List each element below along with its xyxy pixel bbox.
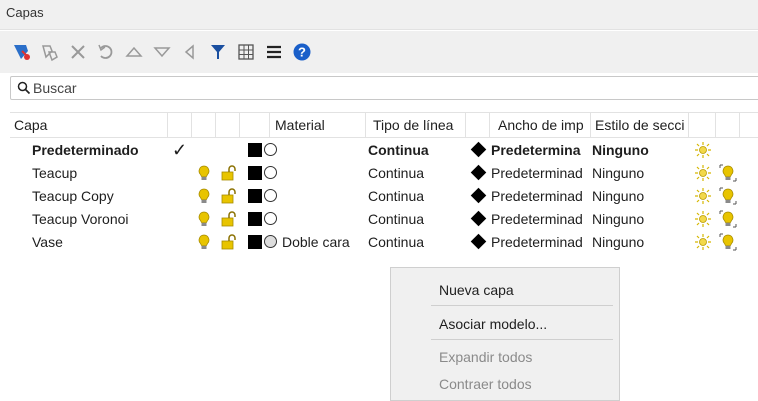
menu-item-nueva-capa[interactable]: Nueva capa <box>439 278 514 302</box>
print-color-diamond-icon[interactable] <box>470 164 487 181</box>
column-header-color[interactable] <box>240 113 270 137</box>
section-style-value[interactable]: Ninguno <box>592 231 682 254</box>
column-header-capa[interactable]: Capa <box>10 113 168 137</box>
filter-icon[interactable] <box>206 40 230 64</box>
table-row[interactable]: Vase Doble cara Continua Predeterminad N… <box>10 231 758 254</box>
table-row[interactable]: Teacup Continua Predeterminad Ninguno <box>10 162 758 185</box>
layer-color-swatch[interactable] <box>248 189 262 203</box>
column-header-visible[interactable] <box>192 113 216 137</box>
print-width-value[interactable]: Predetermina <box>491 139 591 162</box>
print-color-diamond-icon[interactable] <box>470 233 487 250</box>
linetype-value[interactable]: Continua <box>368 208 466 231</box>
layer-name[interactable]: Teacup <box>32 162 167 185</box>
section-style-value[interactable]: Ninguno <box>592 208 682 231</box>
menu-item-expandir-todos[interactable]: Expandir todos <box>439 345 532 369</box>
layer-name[interactable]: Predeterminado <box>32 139 167 162</box>
material-circle-icon[interactable] <box>264 189 277 202</box>
print-width-value[interactable]: Predeterminad <box>491 162 591 185</box>
section-style-value[interactable]: Ninguno <box>592 139 682 162</box>
column-header-ancho[interactable]: Ancho de imp <box>490 113 591 137</box>
layer-color-swatch[interactable] <box>248 143 262 157</box>
unlock-icon[interactable] <box>219 233 237 251</box>
column-header-extra-2[interactable] <box>740 113 758 137</box>
sun-icon[interactable] <box>694 210 712 228</box>
move-up-icon[interactable] <box>122 40 146 64</box>
unlock-icon[interactable] <box>219 164 237 182</box>
linetype-value[interactable]: Continua <box>368 139 466 162</box>
linetype-value[interactable]: Continua <box>368 185 466 208</box>
context-menu: Nueva capa Asociar modelo... Expandir to… <box>390 267 620 401</box>
print-width-value[interactable]: Predeterminad <box>491 208 591 231</box>
column-header-print-color[interactable] <box>466 113 490 137</box>
layer-name[interactable]: Vase <box>32 231 167 254</box>
section-style-value[interactable]: Ninguno <box>592 185 682 208</box>
material-circle-icon[interactable] <box>264 212 277 225</box>
layer-color-swatch[interactable] <box>248 235 262 249</box>
move-down-icon[interactable] <box>150 40 174 64</box>
lightbulb-icon[interactable] <box>719 210 737 228</box>
layer-name[interactable]: Teacup Voronoi <box>32 208 167 231</box>
column-header-current[interactable] <box>168 113 192 137</box>
table-row[interactable]: Teacup Voronoi Continua Predeterminad Ni… <box>10 208 758 231</box>
linetype-value[interactable]: Continua <box>368 231 466 254</box>
current-layer-checkmark-icon[interactable]: ✓ <box>172 139 187 162</box>
print-width-value[interactable]: Predeterminad <box>491 231 591 254</box>
column-header-sun[interactable] <box>689 113 716 137</box>
new-sublayer-icon[interactable] <box>38 40 62 64</box>
menu-item-asociar-modelo[interactable]: Asociar modelo... <box>439 312 547 336</box>
sun-icon[interactable] <box>694 141 712 159</box>
table-row[interactable]: Teacup Copy Continua Predeterminad Ningu… <box>10 185 758 208</box>
unlock-icon[interactable] <box>219 187 237 205</box>
panel-title: Capas <box>0 0 758 30</box>
table-header: Capa Material Tipo de línea Ancho de imp… <box>10 112 758 138</box>
lightbulb-icon[interactable] <box>195 210 213 228</box>
linetype-value[interactable]: Continua <box>368 162 466 185</box>
lightbulb-icon[interactable] <box>195 164 213 182</box>
sun-icon[interactable] <box>694 164 712 182</box>
print-color-diamond-icon[interactable] <box>470 187 487 204</box>
search-input[interactable] <box>33 80 633 96</box>
material-circle-icon[interactable] <box>264 143 277 156</box>
layer-color-swatch[interactable] <box>248 166 262 180</box>
print-color-diamond-icon[interactable] <box>470 141 487 158</box>
layer-name[interactable]: Teacup Copy <box>32 185 167 208</box>
print-color-diamond-icon[interactable] <box>470 210 487 227</box>
column-header-lock[interactable] <box>216 113 240 137</box>
help-icon[interactable]: ? <box>290 40 314 64</box>
unlock-icon[interactable] <box>219 210 237 228</box>
menu-separator <box>431 305 613 306</box>
menu-item-contraer-todos[interactable]: Contraer todos <box>439 372 532 396</box>
lightbulb-icon[interactable] <box>719 233 737 251</box>
lightbulb-icon[interactable] <box>195 187 213 205</box>
column-header-estilo[interactable]: Estilo de secci <box>591 113 689 137</box>
lightbulb-icon[interactable] <box>719 164 737 182</box>
material-value[interactable]: Doble cara <box>282 231 368 254</box>
lightbulb-icon[interactable] <box>195 233 213 251</box>
search-field[interactable] <box>10 76 758 100</box>
sun-icon[interactable] <box>694 233 712 251</box>
column-header-extra[interactable] <box>716 113 740 137</box>
table-row[interactable]: Predeterminado ✓ Continua Predetermina N… <box>10 139 758 162</box>
search-icon <box>17 81 31 95</box>
menu-separator <box>431 339 613 340</box>
toolbar: ? <box>0 31 758 73</box>
move-left-icon[interactable] <box>178 40 202 64</box>
column-header-tipo-linea[interactable]: Tipo de línea <box>366 113 466 137</box>
sun-icon[interactable] <box>694 187 712 205</box>
table-icon[interactable] <box>234 40 258 64</box>
layer-color-swatch[interactable] <box>248 212 262 226</box>
undo-icon[interactable] <box>94 40 118 64</box>
menu-icon[interactable] <box>262 40 286 64</box>
print-width-value[interactable]: Predeterminad <box>491 185 591 208</box>
material-circle-icon[interactable] <box>264 166 277 179</box>
section-style-value[interactable]: Ninguno <box>592 162 682 185</box>
delete-icon[interactable] <box>66 40 90 64</box>
new-layer-icon[interactable] <box>10 40 34 64</box>
column-header-material[interactable]: Material <box>270 113 366 137</box>
lightbulb-icon[interactable] <box>719 187 737 205</box>
material-circle-icon[interactable] <box>264 235 277 248</box>
svg-text:?: ? <box>298 45 306 60</box>
